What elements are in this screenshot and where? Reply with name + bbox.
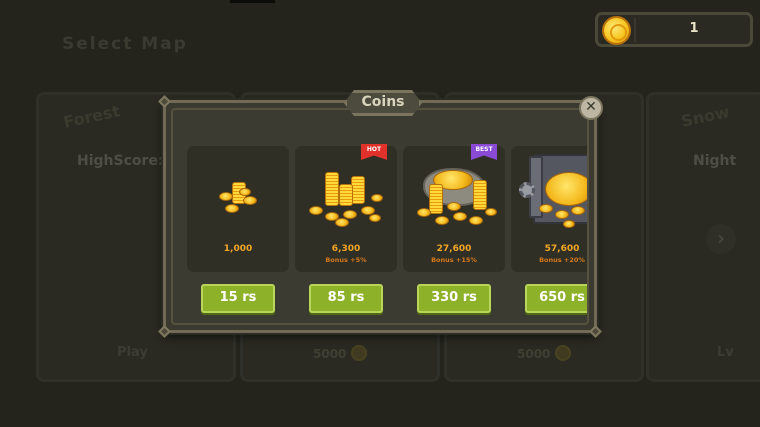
coin-counter: 1 (595, 12, 753, 47)
offer-bonus: Bonus +5% (325, 256, 367, 264)
buy-button[interactable]: 85 rs (309, 284, 383, 313)
offer-bonus: Bonus +15% (431, 256, 477, 264)
buy-button[interactable]: 650 rs (525, 284, 587, 313)
offers-container: 1,000 15 rs HOT 6,300 Bonus +5% 85 rs BE… (171, 108, 589, 325)
map-name: Snow (679, 102, 732, 131)
map-name: Forest (61, 101, 122, 132)
offer-card-1[interactable]: 1,000 15 rs (187, 146, 289, 316)
offer-amount: 57,600 (544, 244, 580, 254)
buy-button[interactable]: 15 rs (201, 284, 275, 313)
next-arrow-icon[interactable]: › (706, 224, 736, 254)
offer-bonus: Bonus +20% (539, 256, 585, 264)
offer-amount: 27,600 (436, 244, 472, 254)
offer-amount: 1,000 (223, 244, 253, 254)
coins-shop-dialog: 1,000 15 rs HOT 6,300 Bonus +5% 85 rs BE… (158, 100, 603, 338)
offer-card-4[interactable]: 57,600 Bonus +20% 650 rs (511, 146, 587, 316)
coin-icon (351, 345, 367, 361)
coin-icon (602, 16, 631, 45)
unlock-cost: 5000 (313, 347, 347, 361)
play-button[interactable]: Play (117, 345, 148, 360)
top-indicator (230, 0, 275, 3)
page-title: Select Map (62, 34, 188, 54)
coin-icon (555, 345, 571, 361)
unlock-cost: 5000 (517, 347, 551, 361)
map-card-snow[interactable]: Snow Night Lv (646, 92, 760, 382)
coin-count: 1 (689, 21, 699, 36)
level-label: Lv (717, 345, 734, 360)
offer-card-2[interactable]: HOT 6,300 Bonus +5% 85 rs (295, 144, 397, 316)
dialog-title: Coins (361, 94, 405, 110)
offer-card-3[interactable]: BEST 27,600 Bonus +15% 330 rs (403, 144, 505, 316)
offer-amount: 6,300 (331, 244, 361, 254)
buy-button[interactable]: 330 rs (417, 284, 491, 313)
map-highscore: Night (693, 153, 737, 169)
close-icon[interactable]: ✕ (579, 96, 603, 120)
divider (634, 18, 636, 42)
